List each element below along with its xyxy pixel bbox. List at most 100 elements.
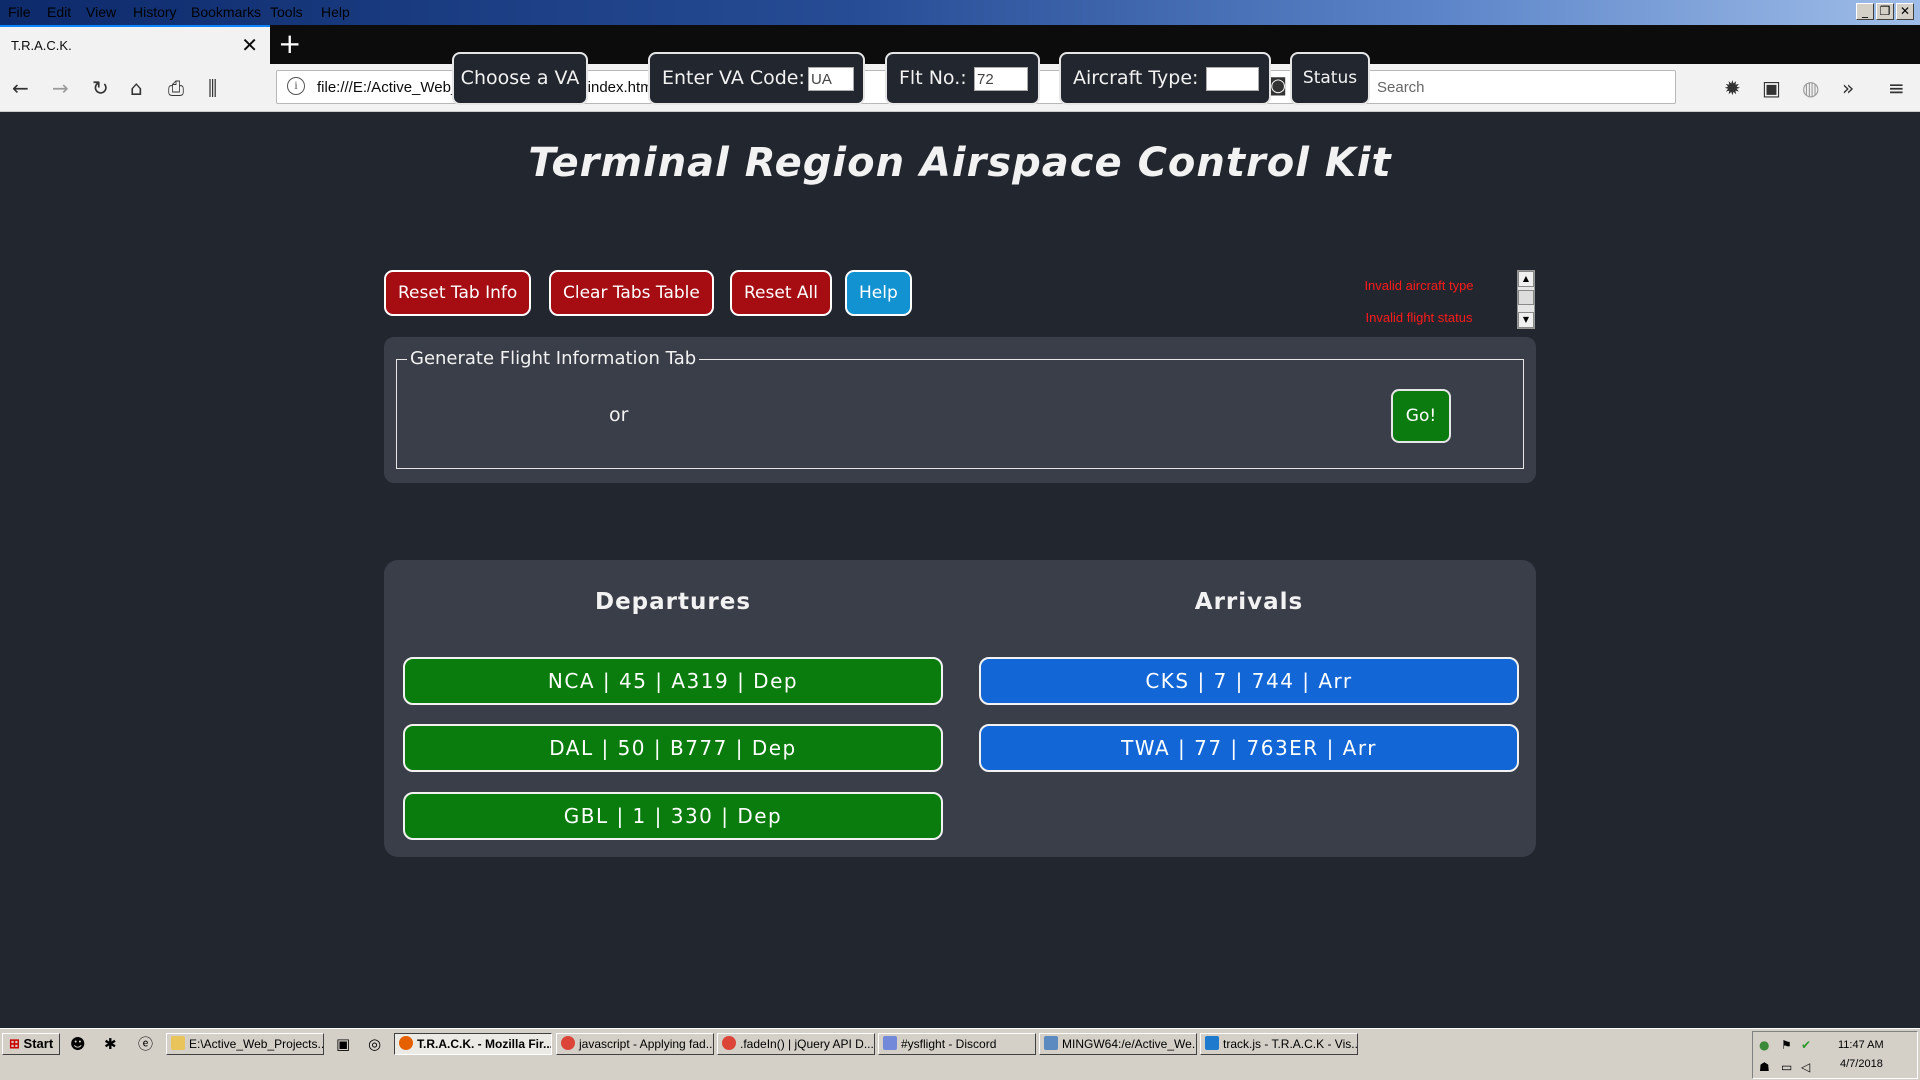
scroll-thumb[interactable] (1518, 290, 1534, 305)
generate-fieldset: Generate Flight Information Tab (396, 348, 1524, 469)
taskbar-item-chrome-2[interactable]: .fadeIn() | jQuery API D... (717, 1033, 875, 1055)
page-title: Terminal Region Airspace Control Kit (528, 140, 1392, 186)
generate-panel: Generate Flight Information Tab (384, 337, 1536, 483)
aircraft-type-input[interactable] (1206, 67, 1259, 91)
go-button[interactable]: Go! (1391, 389, 1451, 443)
user-icon[interactable]: ☗ (1759, 1060, 1770, 1074)
taskbar-item-label: #ysflight - Discord (901, 1037, 997, 1051)
start-button[interactable]: ⊞ Start (2, 1033, 61, 1055)
arrival-strip[interactable]: CKS | 7 | 744 | Arr (979, 657, 1519, 705)
taskbar-item-label: .fadeIn() | jQuery API D... (740, 1037, 874, 1051)
home-icon[interactable]: ⌂ (130, 76, 143, 100)
departures-heading: Departures (594, 589, 752, 615)
library-icon[interactable]: ⫼ (208, 76, 217, 100)
chrome-icon (722, 1036, 736, 1050)
clock-date[interactable]: 4/7/2018 (1840, 1058, 1883, 1070)
sync-icon[interactable]: ✔ (1801, 1038, 1811, 1052)
clock-time[interactable]: 11:47 AM (1838, 1039, 1884, 1051)
windows-logo-icon: ⊞ (9, 1036, 20, 1051)
taskbar: ⊞ Start ☻ ✱ ⓔ E:\Active_Web_Projects... … (0, 1028, 1920, 1080)
aircraft-type-label: Aircraft Type: (1073, 67, 1199, 89)
departure-strip[interactable]: NCA | 45 | A319 | Dep (403, 657, 943, 705)
menu-tools[interactable]: Tools (270, 4, 303, 20)
taskbar-item-mingw[interactable]: MINGW64:/e/Active_We... (1039, 1033, 1197, 1055)
discord-icon (883, 1036, 897, 1050)
taskbar-item-label: E:\Active_Web_Projects... (189, 1037, 324, 1051)
media-icon[interactable]: ▣ (336, 1035, 350, 1053)
menu-help[interactable]: Help (321, 4, 350, 20)
taskbar-item-firefox[interactable]: T.R.A.C.K. - Mozilla Fir... (394, 1033, 552, 1055)
taskbar-item-label: MINGW64:/e/Active_We... (1062, 1037, 1197, 1051)
hamburger-menu-icon[interactable]: ≡ (1888, 76, 1905, 100)
help-button[interactable]: Help (845, 270, 912, 316)
minimize-button[interactable]: _ (1856, 3, 1874, 20)
menu-edit[interactable]: Edit (47, 4, 71, 20)
reset-all-button[interactable]: Reset All (730, 270, 832, 316)
sidebar-icon[interactable]: ▣ (1762, 76, 1781, 100)
tab-title: T.R.A.C.K. (11, 38, 72, 53)
tab-close-icon[interactable]: ✕ (241, 33, 258, 57)
taskbar-item-explorer[interactable]: E:\Active_Web_Projects... (166, 1033, 324, 1055)
status-button[interactable]: Status (1290, 52, 1370, 105)
start-label: Start (23, 1036, 54, 1051)
browser-tab[interactable]: T.R.A.C.K. ✕ (0, 25, 270, 64)
pocket-icon[interactable]: ◙ (1269, 75, 1286, 96)
generate-legend: Generate Flight Information Tab (407, 348, 700, 369)
departure-strip[interactable]: DAL | 50 | B777 | Dep (403, 724, 943, 772)
chrome-icon (561, 1036, 575, 1050)
taskbar-item-vscode[interactable]: track.js - T.R.A.C.K - Vis... (1200, 1033, 1358, 1055)
firefox-icon (399, 1036, 413, 1050)
reset-tab-info-button[interactable]: Reset Tab Info (384, 270, 532, 316)
menu-view[interactable]: View (86, 4, 116, 20)
aircraft-type-box: Aircraft Type: (1059, 52, 1271, 105)
arrival-strip[interactable]: TWA | 77 | 763ER | Arr (979, 724, 1519, 772)
network-icon[interactable]: ● (1759, 1038, 1769, 1052)
taskbar-item-label: track.js - T.R.A.C.K - Vis... (1223, 1037, 1358, 1051)
or-label: or (609, 404, 629, 426)
terminal-icon (1044, 1036, 1058, 1050)
scroll-down-icon[interactable]: ▼ (1518, 312, 1534, 328)
ie-icon[interactable]: ⓔ (138, 1035, 153, 1053)
window-controls: _ ❐ ✕ (1856, 3, 1914, 20)
flight-number-box: Flt No.: (885, 52, 1040, 105)
display-icon[interactable]: ▭ (1781, 1060, 1792, 1074)
taskbar-item-discord[interactable]: #ysflight - Discord (878, 1033, 1036, 1055)
menu-file[interactable]: File (8, 4, 31, 20)
settings-icon[interactable]: ✹ (1724, 76, 1741, 100)
taskbar-item-label: T.R.A.C.K. - Mozilla Fir... (417, 1037, 552, 1051)
error-message: Invalid aircraft type (1364, 278, 1474, 293)
print-icon[interactable]: ⎙ (168, 76, 184, 100)
scroll-up-icon[interactable]: ▲ (1518, 271, 1534, 287)
addon-icon[interactable]: ◍ (1802, 76, 1819, 100)
error-scrollbar[interactable]: ▲ ▼ (1517, 270, 1535, 329)
forward-icon[interactable]: → (52, 76, 69, 100)
volume-icon[interactable]: ◁ (1801, 1060, 1810, 1074)
overflow-menu-icon[interactable]: » (1842, 76, 1854, 100)
va-code-box: Enter VA Code: (648, 52, 865, 105)
flight-number-input[interactable] (974, 67, 1028, 91)
clear-tabs-table-button[interactable]: Clear Tabs Table (549, 270, 714, 316)
quick-launch-icon[interactable]: ✱ (104, 1035, 117, 1053)
messenger-icon[interactable]: ☻ (70, 1035, 86, 1053)
close-window-button[interactable]: ✕ (1896, 3, 1914, 20)
departure-strip[interactable]: GBL | 1 | 330 | Dep (403, 792, 943, 840)
va-code-label: Enter VA Code: (662, 67, 805, 89)
menu-bookmarks[interactable]: Bookmarks (191, 4, 261, 20)
info-icon[interactable]: i (287, 77, 305, 95)
chrome-icon[interactable]: ◎ (368, 1035, 381, 1053)
search-bar[interactable]: ⚲ (1340, 70, 1676, 104)
menu-history[interactable]: History (133, 4, 177, 20)
menu-bar: File Edit View History Bookmarks Tools H… (0, 0, 1920, 25)
choose-va-button[interactable]: Choose a VA (452, 52, 588, 105)
arrivals-heading: Arrivals (1194, 589, 1304, 615)
system-tray: ● ⚑ ✔ ☗ ▭ ◁ (1752, 1031, 1918, 1079)
flag-icon[interactable]: ⚑ (1781, 1038, 1792, 1052)
restore-button[interactable]: ❐ (1876, 3, 1894, 20)
back-icon[interactable]: ← (12, 76, 29, 100)
search-input[interactable] (1377, 77, 1657, 97)
new-tab-icon[interactable]: + (278, 27, 301, 61)
reload-icon[interactable]: ↻ (92, 76, 109, 100)
taskbar-item-label: javascript - Applying fad... (579, 1037, 714, 1051)
taskbar-item-chrome-1[interactable]: javascript - Applying fad... (556, 1033, 714, 1055)
va-code-input[interactable] (808, 67, 854, 91)
